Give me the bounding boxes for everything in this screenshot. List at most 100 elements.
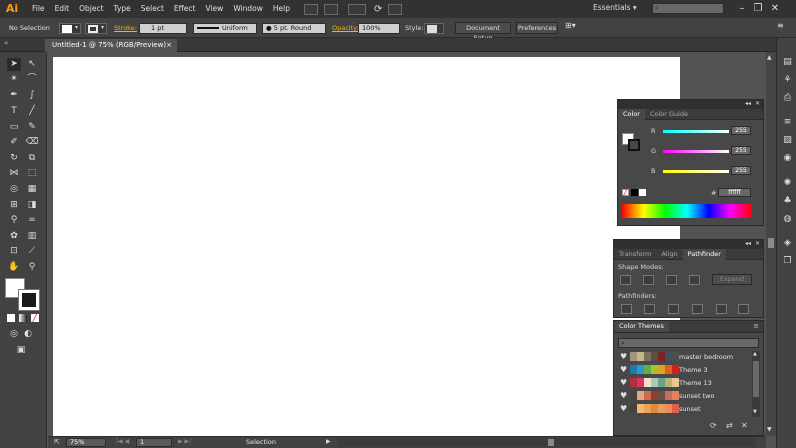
none-swatch[interactable]: ╱ <box>622 189 629 197</box>
themes-search-input[interactable]: ⌕ <box>618 338 759 348</box>
theme-color-chip[interactable] <box>651 352 658 361</box>
hand-tool-icon[interactable]: ✋ <box>7 261 21 274</box>
opacity-label[interactable]: Opacity: <box>332 24 359 32</box>
scale-tool-icon[interactable]: ⧉ <box>25 152 39 165</box>
theme-color-chip[interactable] <box>651 391 658 400</box>
shaper-tool-icon[interactable]: ✐ <box>7 136 21 149</box>
theme-color-chip[interactable] <box>658 404 665 413</box>
brush-definition[interactable]: ● 5 pt. Round <box>262 23 326 34</box>
eraser-tool-icon[interactable]: ⌫ <box>25 136 39 149</box>
theme-row[interactable]: ♥ sunset two <box>618 390 750 402</box>
tab-color-themes[interactable]: Color Themes <box>614 321 669 332</box>
theme-row[interactable]: ♥ Theme 3 <box>618 364 750 376</box>
brushes-icon[interactable]: ✺ <box>781 177 794 189</box>
rectangle-tool-icon[interactable]: ▭ <box>7 121 21 134</box>
perspective-grid-tool-icon[interactable]: ▦ <box>25 183 39 196</box>
theme-color-chip[interactable] <box>665 391 672 400</box>
theme-color-chip[interactable] <box>637 404 644 413</box>
unite-icon[interactable] <box>620 275 631 285</box>
theme-color-chip[interactable] <box>665 378 672 387</box>
theme-color-chip[interactable] <box>637 378 644 387</box>
scroll-thumb[interactable] <box>768 238 774 248</box>
close-panel-icon[interactable]: ✕ <box>755 240 760 247</box>
paintbrush-tool-icon[interactable]: ✎ <box>25 121 39 134</box>
hscroll-thumb[interactable] <box>548 439 554 446</box>
magic-wand-tool-icon[interactable]: ✴ <box>7 73 21 86</box>
theme-color-chip[interactable] <box>665 404 672 413</box>
theme-color-chip[interactable] <box>644 365 651 374</box>
print-icon[interactable]: ⎙ <box>781 92 794 104</box>
theme-color-chip[interactable] <box>658 378 665 387</box>
zoom-field[interactable]: 75% <box>66 438 106 447</box>
collapse-toolbar-icon[interactable]: « <box>4 39 8 47</box>
fill-swatch[interactable]: ▾ <box>59 23 81 34</box>
tab-pathfinder[interactable]: Pathfinder <box>682 248 726 260</box>
symbols-icon[interactable]: ♣ <box>781 195 794 207</box>
theme-color-chip[interactable] <box>630 404 637 413</box>
theme-color-chip[interactable] <box>630 352 637 361</box>
close-panel-icon[interactable]: ✕ <box>755 100 760 107</box>
menu-view[interactable]: View <box>206 0 224 18</box>
graphic-styles-icon[interactable]: ◍ <box>781 213 794 225</box>
merge-icon[interactable] <box>668 304 679 314</box>
artboard-tool-icon[interactable]: ⊡ <box>7 245 21 258</box>
bridge-button[interactable] <box>304 3 318 15</box>
white-swatch[interactable] <box>639 189 646 196</box>
menu-window[interactable]: Window <box>233 0 263 18</box>
artboard-navigator[interactable]: 1 <box>136 438 172 447</box>
tab-color-guide[interactable]: Color Guide <box>645 109 693 120</box>
theme-color-chip[interactable] <box>651 365 658 374</box>
theme-color-chip[interactable] <box>630 365 637 374</box>
stroke-color-box[interactable] <box>18 289 40 311</box>
theme-row[interactable]: ♥ Theme 13 <box>618 377 750 389</box>
color-spectrum[interactable] <box>622 204 752 218</box>
heart-icon[interactable]: ♥ <box>620 390 627 402</box>
scroll-up-icon[interactable]: ▲ <box>753 351 757 357</box>
stock-button[interactable] <box>324 3 338 15</box>
preferences-button[interactable]: Preferences <box>516 22 558 34</box>
menu-effect[interactable]: Effect <box>174 0 196 18</box>
theme-color-chip[interactable] <box>665 352 672 361</box>
hex-field[interactable]: ffffff <box>718 188 751 197</box>
theme-color-chip[interactable] <box>637 352 644 361</box>
restore-icon[interactable]: ❐ <box>751 2 765 16</box>
close-window-icon[interactable]: ✕ <box>768 2 782 16</box>
theme-color-chip[interactable] <box>651 378 658 387</box>
artboards-icon[interactable]: ❐ <box>781 255 794 267</box>
search-input[interactable]: ⌕ <box>652 3 724 14</box>
theme-row[interactable]: ♥ master bedroom <box>618 351 750 363</box>
exclude-icon[interactable] <box>689 275 700 285</box>
opacity-field[interactable]: 100% <box>358 23 400 34</box>
minus-back-icon[interactable] <box>738 304 749 314</box>
menu-type[interactable]: Type <box>114 0 131 18</box>
tab-transform[interactable]: Transform <box>614 249 656 260</box>
theme-color-chip[interactable] <box>672 404 679 413</box>
gradient-mode-icon[interactable] <box>19 314 27 322</box>
properties-icon[interactable]: ▤ <box>781 56 794 68</box>
rotate-tool-icon[interactable]: ↻ <box>7 152 21 165</box>
column-graph-tool-icon[interactable]: ▥ <box>25 230 39 243</box>
heart-icon[interactable]: ♥ <box>620 364 627 376</box>
line-segment-tool-icon[interactable]: ╱ <box>25 105 39 118</box>
first-artboard-icon[interactable]: |◀ ◀ <box>116 438 129 445</box>
menu-edit[interactable]: Edit <box>55 0 70 18</box>
theme-color-chip[interactable] <box>644 391 651 400</box>
refresh-icon[interactable]: ⟳ <box>710 421 717 430</box>
themes-scrollbar[interactable]: ▲ ▼ <box>752 351 760 417</box>
theme-color-chip[interactable] <box>665 365 672 374</box>
draw-mode-icon[interactable]: ◎ <box>7 328 21 341</box>
theme-color-chip[interactable] <box>672 352 679 361</box>
stroke-swatch[interactable]: ▾ <box>85 23 107 34</box>
trim-icon[interactable] <box>644 304 655 314</box>
pen-tool-icon[interactable]: ✒ <box>7 89 21 102</box>
share-theme-icon[interactable]: ⇄ <box>726 421 733 430</box>
theme-color-chip[interactable] <box>658 365 665 374</box>
blue-value[interactable]: 255 <box>731 166 751 175</box>
scroll-up-icon[interactable]: ▲ <box>767 54 772 61</box>
mesh-tool-icon[interactable]: ⊞ <box>7 199 21 212</box>
red-value[interactable]: 255 <box>731 126 751 135</box>
next-artboard-icon[interactable]: ▶ ▶| <box>178 438 191 445</box>
collapse-panel-icon[interactable]: ◂◂ <box>745 240 751 247</box>
panel-stroke-box[interactable] <box>628 139 640 151</box>
align-options-icon[interactable]: ⊞▾ <box>565 21 576 30</box>
